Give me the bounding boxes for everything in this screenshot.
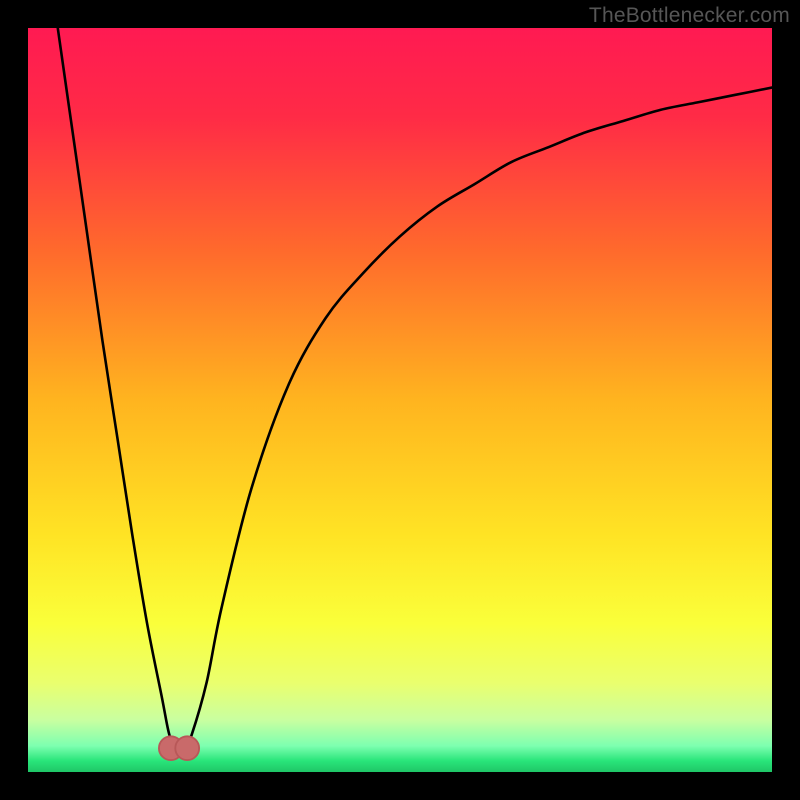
plot-area (28, 28, 772, 772)
watermark-text: TheBottlenecker.com (589, 4, 790, 28)
curve-layer (28, 28, 772, 772)
curve-markers (159, 736, 199, 760)
bottleneck-curve (58, 28, 772, 752)
chart-frame: TheBottlenecker.com (0, 0, 800, 800)
curve-marker (175, 736, 199, 760)
